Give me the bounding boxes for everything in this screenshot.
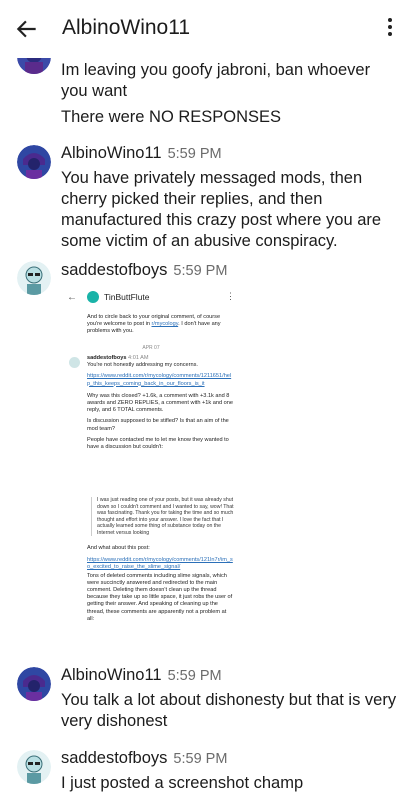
- message-author[interactable]: saddestofboys: [61, 749, 167, 767]
- message-continuation: Im leaving you goofy jabroni, ban whoeve…: [61, 60, 401, 128]
- screenshot-time: 4:01 AM: [128, 355, 149, 361]
- arrow-left-icon: ←: [67, 292, 77, 303]
- message: saddestofboys 5:59 PM I just posted a scr…: [61, 749, 401, 794]
- arrow-left-icon[interactable]: [14, 16, 40, 42]
- message-text: There were NO RESPONSES: [61, 108, 282, 126]
- message-author[interactable]: saddestofboys: [61, 261, 167, 279]
- message-time: 5:59 PM: [173, 751, 228, 767]
- message-text: You have privately messaged mods, then c…: [61, 169, 382, 250]
- message-text: Im leaving you goofy jabroni, ban whoeve…: [61, 61, 371, 100]
- message-time: 5:59 PM: [167, 146, 222, 162]
- post-link: https://www.reddit.com/r/mycology/commen…: [87, 557, 233, 571]
- avatar-saddestofboys[interactable]: [17, 750, 51, 784]
- vertical-dots-icon: ⋮: [226, 291, 235, 301]
- chat-header: AlbinoWino11: [0, 0, 410, 58]
- paragraph: And what about this post:: [87, 545, 150, 551]
- avatar-saddestofboys[interactable]: [17, 261, 51, 295]
- post-link: https://www.reddit.com/r/mycology/commen…: [87, 373, 232, 387]
- paragraph: People have contacted me to let me know …: [87, 436, 229, 451]
- message: AlbinoWino11 5:59 PM You talk a lot about…: [61, 666, 401, 732]
- message-time: 5:59 PM: [167, 668, 222, 684]
- quoted-message: I was just reading one of your posts, bu…: [91, 497, 237, 536]
- paragraph: Is discussion supposed to be stifled? Is…: [87, 418, 229, 432]
- screenshot-attachment[interactable]: ← TinButtFlute ⋮ And to circle back to y…: [61, 286, 241, 641]
- screenshot-message-continued: And what about this post: https://www.re…: [87, 545, 233, 623]
- screenshot-author: saddestofboys: [87, 355, 127, 361]
- paragraph: Tons of deleted comments including slime…: [87, 572, 233, 622]
- message: saddestofboys 5:59 PM: [61, 261, 401, 280]
- screenshot-title: TinButtFlute: [104, 292, 150, 302]
- date-divider: APR 07: [142, 345, 160, 351]
- user-avatar-icon: [87, 291, 99, 303]
- chat-title: AlbinoWino11: [62, 16, 191, 39]
- message-author[interactable]: AlbinoWino11: [61, 144, 162, 162]
- message: AlbinoWino11 5:59 PM You have privately m…: [61, 144, 401, 252]
- screenshot-header: ← TinButtFlute ⋮: [61, 286, 241, 310]
- subreddit-link: r/mycology: [151, 321, 179, 328]
- paragraph: You're not honestly addressing my concer…: [87, 362, 198, 369]
- paragraph: Why was this closed? +1.6k, a comment wi…: [87, 392, 233, 414]
- message-author[interactable]: AlbinoWino11: [61, 666, 162, 684]
- avatar: [69, 357, 80, 368]
- message-text: You talk a lot about dishonesty but that…: [61, 691, 397, 730]
- vertical-dots-icon[interactable]: [386, 18, 394, 38]
- message-text: I just posted a screenshot champ: [61, 774, 304, 792]
- avatar-albinowino[interactable]: [17, 145, 51, 179]
- avatar-albinowino[interactable]: [17, 667, 51, 701]
- screenshot-message: saddestofboys 4:01 AM You're not honestl…: [87, 355, 233, 451]
- message-time: 5:59 PM: [173, 263, 228, 279]
- screenshot-intro: And to circle back to your original comm…: [87, 314, 233, 336]
